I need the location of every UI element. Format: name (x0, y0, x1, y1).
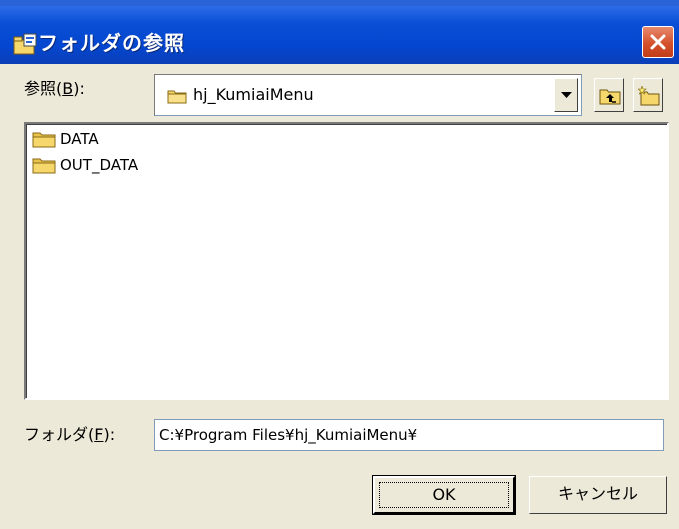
cancel-button-label: キャンセル (557, 484, 638, 503)
folder-label-suffix: ): (103, 425, 116, 444)
folder-path-input[interactable] (159, 424, 659, 446)
folder-name: OUT_DATA (60, 156, 139, 174)
lookin-label-key: B (62, 79, 74, 98)
folder-path-field[interactable] (154, 419, 664, 451)
new-folder-icon (638, 86, 660, 106)
folder-icon (32, 132, 56, 148)
lookin-combobox[interactable]: hj_KumiaiMenu (154, 74, 582, 116)
up-one-level-button[interactable] (594, 78, 624, 112)
ok-button-label: OK (432, 485, 456, 504)
lookin-dropdown-button[interactable] (554, 78, 578, 112)
up-one-level-icon (599, 89, 621, 105)
folder-label-prefix: フォルダ( (24, 425, 95, 444)
folder-name: DATA (60, 130, 99, 148)
chevron-down-icon (561, 92, 572, 98)
cancel-button[interactable]: キャンセル (529, 476, 667, 514)
ok-button[interactable]: OK (372, 475, 516, 515)
folder-browse-icon (11, 32, 39, 60)
folder-icon (32, 158, 56, 174)
window-title: フォルダの参照 (38, 31, 185, 55)
new-folder-button[interactable] (633, 78, 663, 112)
close-button[interactable] (642, 26, 674, 58)
folder-list[interactable]: DATA OUT_DATA (24, 122, 669, 400)
close-icon (650, 34, 666, 50)
folder-field-label: フォルダ(F): (24, 425, 115, 445)
lookin-current: hj_KumiaiMenu (193, 85, 314, 104)
folder-browse-dialog: フォルダの参照 参照(B): hj_KumiaiMenu DATA OUT_DA… (0, 0, 679, 529)
lookin-label-suffix: ): (73, 79, 85, 98)
lookin-label: 参照(B): (24, 79, 85, 99)
lookin-label-prefix: 参照( (24, 79, 63, 98)
folder-icon (167, 88, 187, 108)
title-bar[interactable]: フォルダの参照 (0, 6, 679, 64)
